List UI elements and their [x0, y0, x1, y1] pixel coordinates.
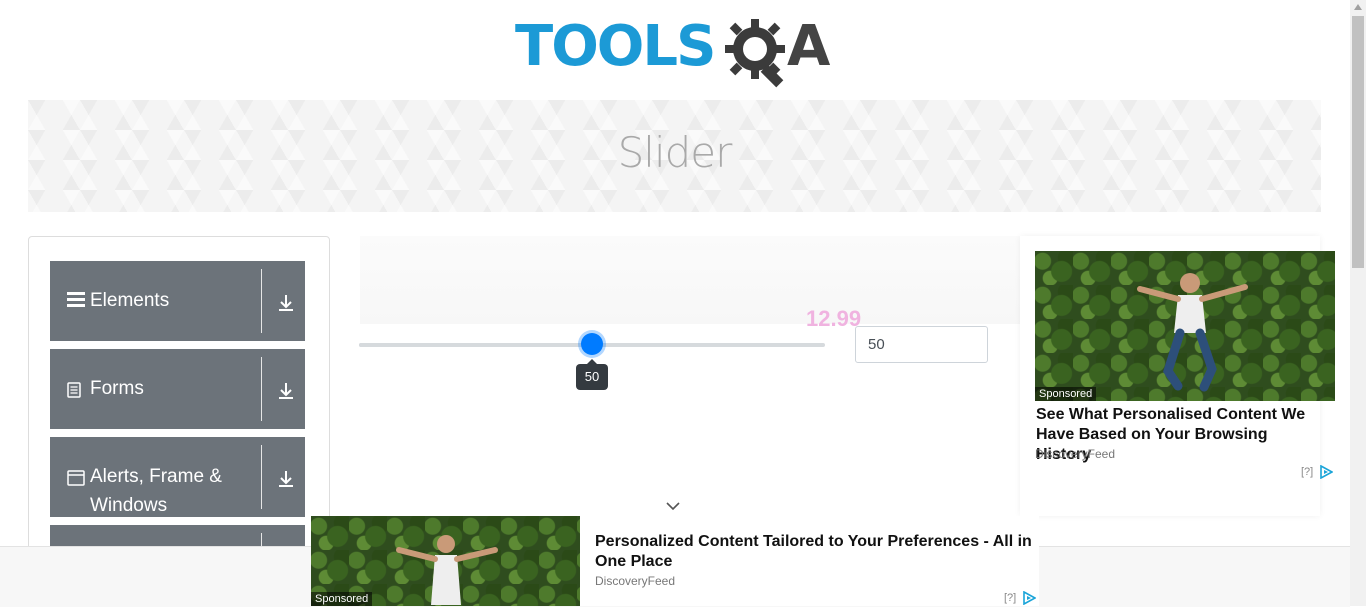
right-ad[interactable]: Sponsored See What Personalised Content … — [1020, 236, 1335, 516]
divider — [261, 445, 262, 509]
slider-value-input[interactable] — [855, 326, 988, 363]
sidebar-group-label: Elements — [90, 290, 170, 311]
sidebar-group-label: Forms — [90, 378, 144, 399]
page-banner: Slider — [28, 100, 1321, 212]
scrollbar-thumb[interactable] — [1352, 16, 1364, 268]
slider-tooltip: 50 — [576, 359, 608, 390]
divider — [261, 269, 262, 333]
download-icon[interactable] — [276, 381, 296, 401]
sidebar-group-label: Alerts, Frame & — [90, 466, 222, 487]
person-jumping-image — [396, 535, 498, 605]
ad-source[interactable]: DiscoveryFeed — [595, 574, 675, 588]
window-icon — [67, 470, 85, 489]
adchoices-icon[interactable] — [1319, 465, 1333, 479]
chevron-down-icon[interactable] — [665, 500, 681, 512]
ad-image[interactable]: Sponsored — [1035, 251, 1335, 401]
divider — [261, 357, 262, 421]
download-icon[interactable] — [276, 469, 296, 489]
watermark-text: 12.99 — [806, 306, 862, 331]
slider-thumb[interactable] — [581, 333, 603, 355]
menu-icon — [67, 291, 85, 310]
sponsored-badge: Sponsored — [311, 592, 373, 606]
scroll-up-arrow-icon[interactable] — [1354, 4, 1362, 10]
document-icon — [67, 382, 81, 401]
bottom-ad[interactable]: Sponsored Personalized Content Tailored … — [311, 516, 1039, 606]
sponsored-badge: Sponsored — [1035, 387, 1097, 401]
sidebar-group-alerts-frame-windows[interactable]: Alerts, Frame & Windows — [50, 437, 305, 517]
gear-magnifier-icon — [725, 19, 785, 88]
sidebar-group-elements[interactable]: Elements — [50, 261, 305, 341]
ad-image[interactable]: Sponsored — [311, 516, 580, 606]
sidebar-group-forms[interactable]: Forms — [50, 349, 305, 429]
toolsqa-logo[interactable]: TOOLS A — [515, 15, 840, 93]
sidebar-group-label-line2: Windows — [90, 495, 168, 516]
download-icon[interactable] — [276, 293, 296, 313]
logo-text-a: A — [787, 14, 831, 79]
sidebar: Elements Forms Alerts, Frame & Windows — [28, 236, 330, 578]
adchoices-icon[interactable] — [1022, 591, 1036, 605]
ad-source[interactable]: DiscoveryFeed — [1035, 447, 1115, 461]
person-jumping-image — [1137, 273, 1248, 392]
ad-info-link[interactable]: [?] — [1004, 592, 1016, 604]
slider-fill — [359, 343, 592, 347]
logo-text-tools: TOOLS — [515, 14, 716, 79]
ad-info-link[interactable]: [?] — [1301, 466, 1313, 478]
ad-title[interactable]: Personalized Content Tailored to Your Pr… — [595, 532, 1035, 572]
page-title: Slider — [617, 128, 733, 177]
content-ad-background — [360, 236, 1020, 324]
